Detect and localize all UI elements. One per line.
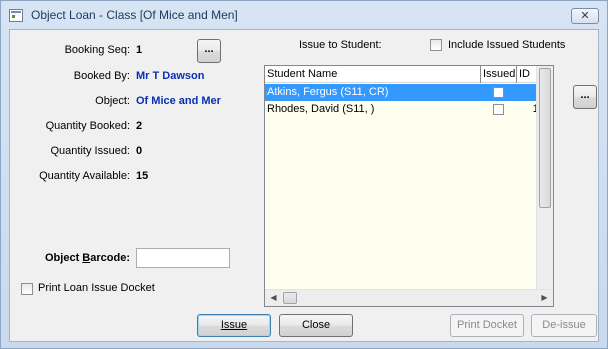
quantity-available-label: Quantity Available:: [39, 170, 130, 182]
issued-checkbox[interactable]: [493, 87, 504, 98]
deissue-button[interactable]: De-issue: [531, 314, 597, 337]
table-row[interactable]: Atkins, Fergus (S11, CR) 24: [265, 84, 553, 101]
horizontal-scrollbar[interactable]: ◀ ▶: [265, 289, 553, 306]
include-issued-label: Include Issued Students: [448, 39, 566, 51]
booking-seq-value: 1: [136, 44, 143, 56]
object-label: Object:: [95, 95, 130, 107]
booked-by-value: Mr T Dawson: [136, 70, 205, 82]
print-docket-label: Print Loan Issue Docket: [38, 282, 155, 294]
table-row[interactable]: Rhodes, David (S11, ) 135: [265, 101, 553, 118]
vertical-scrollbar[interactable]: [536, 66, 553, 290]
issue-to-student-label: Issue to Student:: [299, 39, 382, 51]
student-name-cell: Atkins, Fergus (S11, CR): [267, 86, 389, 98]
quantity-booked-value: 2: [136, 120, 143, 132]
window-title: Object Loan - Class [Of Mice and Men]: [31, 8, 238, 22]
quantity-booked-label: Quantity Booked:: [45, 120, 130, 132]
issued-checkbox[interactable]: [493, 104, 504, 115]
scroll-left-icon[interactable]: ◀: [265, 290, 282, 307]
print-docket-button[interactable]: Print Docket: [450, 314, 524, 337]
object-loan-window: Object Loan - Class [Of Mice and Men] ✕ …: [0, 0, 608, 349]
booking-seq-label: Booking Seq:: [64, 44, 130, 56]
student-browse-button[interactable]: ...: [573, 85, 597, 109]
app-icon: [9, 9, 23, 22]
quantity-issued-label: Quantity Issued:: [50, 145, 131, 157]
quantity-issued-value: 0: [136, 145, 143, 157]
column-student-name[interactable]: Student Name: [265, 66, 481, 83]
close-button[interactable]: Close: [279, 314, 353, 337]
barcode-input[interactable]: [136, 248, 230, 268]
barcode-label: Object Barcode:: [45, 252, 130, 264]
quantity-available-value: 15: [136, 170, 149, 182]
issue-button[interactable]: Issue: [197, 314, 271, 337]
title-bar: Object Loan - Class [Of Mice and Men] ✕: [1, 1, 607, 29]
include-issued-checkbox[interactable]: [430, 39, 442, 51]
print-docket-checkbox[interactable]: [21, 283, 33, 295]
student-grid[interactable]: Student Name Issued ID Atkins, Fergus (S…: [264, 65, 554, 307]
column-issued[interactable]: Issued: [481, 66, 517, 83]
booking-browse-button[interactable]: ...: [197, 39, 221, 63]
object-value: Of Mice and Mer: [136, 95, 221, 107]
vertical-scroll-thumb[interactable]: [539, 68, 551, 208]
close-window-button[interactable]: ✕: [571, 8, 599, 24]
horizontal-scroll-thumb[interactable]: [283, 292, 297, 304]
dialog-body: Booking Seq: 1 ... Booked By: Mr T Dawso…: [9, 29, 599, 342]
grid-header: Student Name Issued ID: [265, 66, 553, 83]
booked-by-label: Booked By:: [73, 70, 130, 82]
student-name-cell: Rhodes, David (S11, ): [267, 103, 375, 115]
scroll-right-icon[interactable]: ▶: [536, 290, 553, 307]
